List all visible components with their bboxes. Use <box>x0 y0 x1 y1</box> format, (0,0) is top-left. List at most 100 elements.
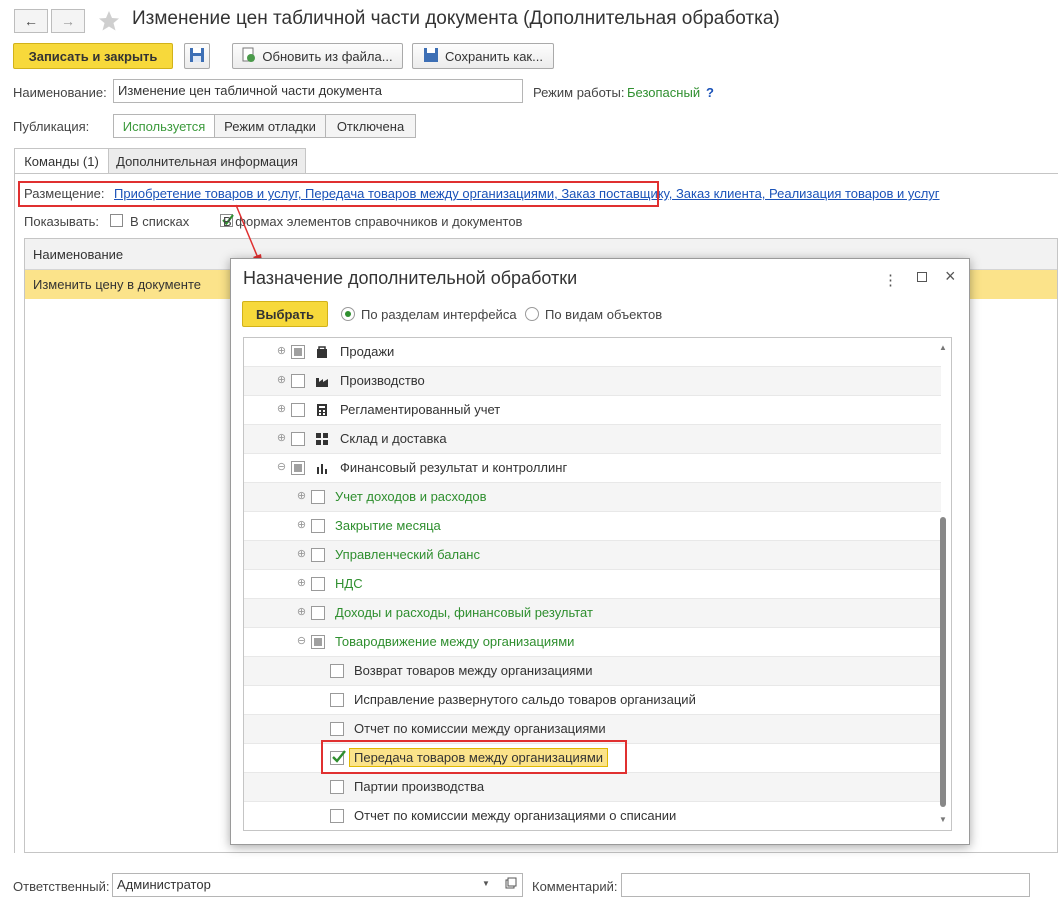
tree-row[interactable]: Исправление развернутого сальдо товаров … <box>244 686 941 715</box>
tree-checkbox[interactable] <box>311 519 325 533</box>
tree-item-label: Закрытие месяца <box>335 518 441 533</box>
expand-icon[interactable]: ⊕ <box>296 491 307 502</box>
tree-checkbox[interactable] <box>291 432 305 446</box>
publication-disabled[interactable]: Отключена <box>325 114 416 138</box>
tree-item-label: Возврат товаров между организациями <box>354 663 593 678</box>
tree-checkbox[interactable] <box>291 403 305 417</box>
comment-label: Комментарий: <box>532 879 618 894</box>
expand-icon[interactable]: ⊕ <box>296 520 307 531</box>
tree-row[interactable]: ⊖ Финансовый результат и контроллинг <box>244 454 941 483</box>
responsible-field[interactable]: Администратор <box>112 873 523 897</box>
tree-checkbox[interactable] <box>311 635 325 649</box>
tree-checkbox[interactable] <box>291 374 305 388</box>
arrow-left-icon: ← <box>24 13 38 29</box>
save-button[interactable] <box>184 43 210 69</box>
name-field[interactable]: Изменение цен табличной части документа <box>113 79 523 103</box>
collapse-icon[interactable]: ⊖ <box>296 636 307 647</box>
tree-row[interactable]: ⊕ Склад и доставка <box>244 425 941 454</box>
close-icon[interactable]: × <box>945 266 956 287</box>
radio-by-objects-label: По видам объектов <box>545 307 663 322</box>
tree-row[interactable]: ⊕ Регламентированный учет <box>244 396 941 425</box>
tree-checkbox[interactable] <box>311 577 325 591</box>
tree-checkbox[interactable] <box>291 461 305 475</box>
publication-debug[interactable]: Режим отладки <box>214 114 326 138</box>
scroll-down-icon[interactable]: ▼ <box>939 815 947 824</box>
factory-icon <box>315 374 329 388</box>
chart-icon <box>315 461 329 475</box>
floppy-disk-icon <box>189 47 205 66</box>
tree-row[interactable]: ⊕ Управленческий баланс <box>244 541 941 570</box>
tree-item-label: НДС <box>335 576 363 591</box>
expand-icon[interactable]: ⊕ <box>296 549 307 560</box>
tree-row[interactable]: ⊕ Продажи <box>244 338 941 367</box>
tree-row[interactable]: ⊕ Доходы и расходы, финансовый результат <box>244 599 941 628</box>
update-from-file-button[interactable]: Обновить из файла... <box>232 43 403 69</box>
tree-checkbox[interactable] <box>330 722 344 736</box>
placement-highlight-box <box>18 181 659 207</box>
table-cell: Изменить цену в документе <box>33 277 201 292</box>
expand-icon[interactable]: ⊕ <box>276 346 287 357</box>
tree-checkbox[interactable] <box>330 780 344 794</box>
forward-button[interactable]: → <box>51 9 85 33</box>
tree-checkbox[interactable] <box>330 809 344 823</box>
mode-label: Режим работы: <box>533 85 625 100</box>
save-as-button[interactable]: Сохранить как... <box>412 43 554 69</box>
tree-item-label: Продажи <box>340 344 395 359</box>
mode-value[interactable]: Безопасный <box>627 85 700 100</box>
comment-field[interactable] <box>621 873 1030 897</box>
favorite-star-icon[interactable] <box>97 9 121 36</box>
tree-row[interactable]: ⊕ Производство <box>244 367 941 396</box>
expand-icon[interactable]: ⊕ <box>276 404 287 415</box>
tree-row[interactable]: ⊖ Товародвижение между организациями <box>244 628 941 657</box>
tree-row[interactable]: Возврат товаров между организациями <box>244 657 941 686</box>
in-lists-label: В списках <box>130 214 190 229</box>
expand-icon[interactable]: ⊕ <box>276 375 287 386</box>
tree-row[interactable]: ⊕ Закрытие месяца <box>244 512 941 541</box>
open-icon[interactable] <box>505 877 517 889</box>
tree-row[interactable]: ⊕ Учет доходов и расходов <box>244 483 941 512</box>
back-button[interactable]: ← <box>14 9 48 33</box>
dropdown-arrow-icon[interactable]: ▼ <box>482 879 490 888</box>
select-button[interactable]: Выбрать <box>242 301 328 327</box>
expand-icon[interactable]: ⊕ <box>296 607 307 618</box>
arrow-right-icon: → <box>61 13 75 29</box>
radio-by-sections[interactable] <box>341 307 355 321</box>
dialog-title: Назначение дополнительной обработки <box>243 268 578 288</box>
checked-item-highlight-box <box>321 740 627 774</box>
publication-used[interactable]: Используется <box>113 114 215 138</box>
mode-help-link[interactable]: ? <box>706 85 714 100</box>
tree-checkbox[interactable] <box>311 548 325 562</box>
show-label: Показывать: <box>24 214 99 229</box>
tree-item-label: Управленческий баланс <box>335 547 480 562</box>
scrollbar-thumb[interactable] <box>940 517 946 807</box>
publication-label: Публикация: <box>13 119 90 134</box>
expand-icon[interactable]: ⊕ <box>276 433 287 444</box>
save-as-icon <box>423 47 439 66</box>
tree-checkbox[interactable] <box>291 345 305 359</box>
tree-row[interactable]: ⊕ НДС <box>244 570 941 599</box>
radio-by-objects[interactable] <box>525 307 539 321</box>
tree-item-label: Регламентированный учет <box>340 402 501 417</box>
more-options-icon[interactable]: ⋮ <box>883 271 898 289</box>
tab-commands[interactable]: Команды (1) <box>14 148 109 174</box>
tree-row[interactable]: Отчет по комиссии между организациями о … <box>244 802 941 830</box>
tree-checkbox[interactable] <box>330 693 344 707</box>
name-label: Наименование: <box>13 85 107 100</box>
tree-checkbox[interactable] <box>311 606 325 620</box>
column-header-name: Наименование <box>33 247 124 262</box>
expand-icon[interactable]: ⊕ <box>296 578 307 589</box>
tree-item-label: Исправление развернутого сальдо товаров … <box>354 692 696 707</box>
tree-item-label: Отчет по комиссии между организациями о … <box>354 808 677 823</box>
collapse-icon[interactable]: ⊖ <box>276 462 287 473</box>
maximize-icon[interactable] <box>917 272 927 282</box>
warehouse-icon <box>315 432 329 446</box>
tree-checkbox[interactable] <box>330 664 344 678</box>
tab-additional-info[interactable]: Дополнительная информация <box>108 148 306 174</box>
scroll-up-icon[interactable]: ▲ <box>939 343 947 352</box>
tree-item-label: Склад и доставка <box>340 431 447 446</box>
tree-item-label: Производство <box>340 373 425 388</box>
save-and-close-button[interactable]: Записать и закрыть <box>13 43 173 69</box>
in-lists-checkbox[interactable] <box>110 214 123 227</box>
tree-checkbox[interactable] <box>311 490 325 504</box>
tree-row[interactable]: Партии производства <box>244 773 941 802</box>
